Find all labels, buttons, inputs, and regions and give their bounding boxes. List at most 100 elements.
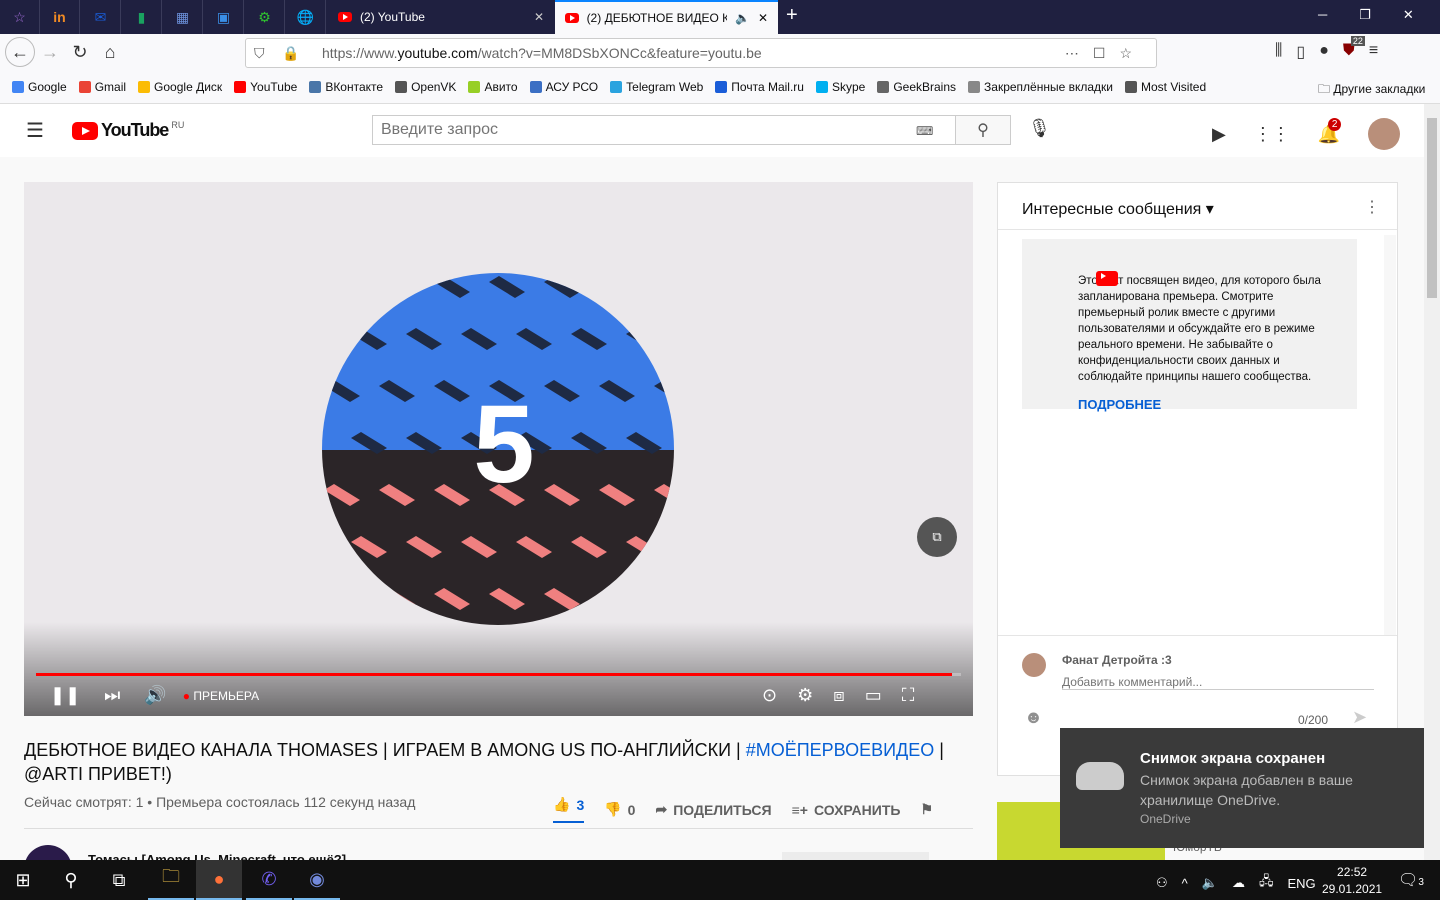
- bookmark-item[interactable]: Telegram Web: [610, 80, 703, 94]
- bookmark-icon: [968, 80, 981, 93]
- new-tab-button[interactable]: +: [786, 4, 798, 27]
- keyboard-icon[interactable]: ⌨: [916, 124, 933, 138]
- miniplayer-icon[interactable]: ⧈: [833, 685, 844, 706]
- fullscreen-icon[interactable]: ⛶: [902, 685, 915, 706]
- people-icon[interactable]: ⚇: [1156, 875, 1168, 891]
- tab-youtube[interactable]: (2) YouTube ✕: [328, 0, 554, 34]
- chat-scrollbar[interactable]: [1384, 235, 1396, 635]
- menu-icon[interactable]: ☰: [26, 118, 44, 143]
- back-button[interactable]: ←: [5, 37, 35, 67]
- home-button[interactable]: ⌂: [95, 37, 125, 67]
- tab-video[interactable]: (2) ДЕБЮТНОЕ ВИДЕО КАНАЛА 🔈 ✕: [555, 0, 778, 34]
- tray-chevron-icon[interactable]: ^: [1182, 876, 1188, 891]
- menu-icon[interactable]: ≡: [1369, 42, 1378, 62]
- pinned-tab-mail[interactable]: ✉: [81, 0, 121, 34]
- close-window-button[interactable]: ✕: [1403, 7, 1414, 23]
- bookmark-item[interactable]: OpenVK: [395, 80, 456, 94]
- speaker-icon[interactable]: 🔈: [735, 11, 750, 25]
- share-button[interactable]: ➦ ПОДЕЛИТЬСЯ: [655, 796, 771, 823]
- bookmark-item[interactable]: Most Visited: [1125, 80, 1206, 94]
- account-icon[interactable]: ●: [1319, 42, 1329, 62]
- reload-button[interactable]: ↻: [65, 37, 95, 67]
- minimize-button[interactable]: ─: [1318, 7, 1327, 23]
- maximize-button[interactable]: ❐: [1359, 7, 1371, 23]
- more-icon[interactable]: ⋮: [1364, 197, 1380, 217]
- pinned-tab-globe[interactable]: 🌐: [286, 0, 326, 34]
- url-domain: youtube.com: [397, 45, 478, 61]
- pinned-tab-star[interactable]: ☆: [0, 0, 40, 34]
- clock[interactable]: 22:52 29.01.2021: [1322, 864, 1382, 898]
- save-button[interactable]: ≡+ СОХРАНИТЬ: [792, 796, 901, 823]
- theater-mode-icon[interactable]: ▭: [865, 685, 882, 706]
- firefox-icon[interactable]: ●: [196, 860, 242, 900]
- sidebar-icon[interactable]: ▯: [1296, 42, 1305, 62]
- settings-icon[interactable]: ⚙: [797, 685, 813, 706]
- bookmark-item[interactable]: Google: [12, 80, 67, 94]
- action-center-icon[interactable]: 🗨3: [1398, 870, 1424, 890]
- shield-icon[interactable]: ⛉: [254, 45, 265, 62]
- onedrive-toast[interactable]: Снимок экрана сохранен Снимок экрана доб…: [1060, 728, 1424, 848]
- onedrive-tray-icon[interactable]: ☁: [1232, 875, 1245, 891]
- send-icon[interactable]: ➤: [1352, 707, 1367, 728]
- miniplayer-overlay-button[interactable]: ⧉: [917, 517, 957, 557]
- report-button[interactable]: ⚑: [920, 796, 933, 823]
- video-player[interactable]: 5 ⧉ ❚❚ ⏭ 🔊 ● ПРЕМЬЕРА ⊙ ⚙ ⧈ ▭ ⛶: [24, 182, 973, 716]
- bookmark-item[interactable]: Skype: [815, 80, 865, 94]
- more-link[interactable]: ПОДРОБНЕЕ: [1078, 397, 1341, 413]
- youtube-logo[interactable]: YouTube RU: [72, 120, 184, 141]
- pinned-tab-asu[interactable]: ▦: [163, 0, 203, 34]
- start-button[interactable]: ⊞: [0, 860, 46, 900]
- bookmark-item[interactable]: Gmail: [78, 80, 126, 94]
- discord-icon[interactable]: ◉: [294, 860, 340, 900]
- chat-mode-dropdown[interactable]: Интересные сообщения ▾: [1022, 199, 1214, 219]
- logo-text: YouTube: [101, 120, 169, 140]
- bookmark-item[interactable]: АСУ РСО: [529, 80, 598, 94]
- pinned-tab-gear[interactable]: ⚙: [245, 0, 285, 34]
- volume-icon[interactable]: 🔈: [1202, 875, 1218, 891]
- bookmark-item[interactable]: Авито: [468, 80, 518, 94]
- search-button[interactable]: ⚲: [955, 115, 1011, 145]
- mic-icon[interactable]: 🎙: [1028, 118, 1051, 139]
- bookmark-item[interactable]: GeekBrains: [877, 80, 956, 94]
- like-button[interactable]: 👍 3: [553, 796, 585, 823]
- bookmark-item[interactable]: Закреплённые вкладки: [968, 80, 1113, 94]
- pinned-tab-1[interactable]: in: [40, 0, 80, 34]
- search-icon[interactable]: ⚲: [48, 860, 94, 900]
- network-icon[interactable]: 🖧: [1259, 872, 1274, 894]
- pause-button[interactable]: ❚❚: [50, 685, 80, 706]
- page-actions[interactable]: ⋯☐☆: [1065, 45, 1146, 62]
- bookmark-item[interactable]: Google Диск: [138, 80, 222, 94]
- library-icon[interactable]: ⫼: [1275, 42, 1282, 62]
- file-explorer-icon[interactable]: 🗀: [148, 860, 194, 900]
- pinned-tab-5[interactable]: ▣: [204, 0, 244, 34]
- volume-button[interactable]: 🔊: [144, 685, 166, 706]
- emoji-icon[interactable]: ☻: [1024, 707, 1043, 728]
- autoplay-toggle[interactable]: ⊙: [762, 685, 777, 706]
- lock-icon[interactable]: 🔒: [282, 45, 299, 62]
- language-indicator[interactable]: ENG: [1287, 876, 1315, 891]
- chat-input[interactable]: [1062, 675, 1374, 690]
- url-bar[interactable]: ⛉ 🔒 https://www. youtube.com/watch?v=MM8D…: [245, 38, 1157, 68]
- task-view-icon[interactable]: ⧉: [96, 860, 142, 900]
- close-icon[interactable]: ✕: [758, 11, 768, 25]
- pinned-tab-sheets[interactable]: ▮: [122, 0, 162, 34]
- avatar[interactable]: [1368, 118, 1401, 150]
- search-input[interactable]: [372, 115, 956, 145]
- ublock-icon[interactable]: ⛊ 22: [1343, 36, 1365, 62]
- apps-icon[interactable]: ⋮⋮: [1254, 124, 1290, 145]
- bell-icon[interactable]: 🔔 2: [1318, 117, 1342, 145]
- forward-button[interactable]: →: [35, 37, 65, 67]
- dislike-button[interactable]: 👎 0: [604, 796, 635, 823]
- progress-bar[interactable]: [36, 673, 961, 676]
- bookmark-item[interactable]: Почта Mail.ru: [715, 80, 804, 94]
- close-icon[interactable]: ✕: [534, 10, 544, 24]
- page-scrollbar[interactable]: [1424, 104, 1440, 860]
- hashtag-link[interactable]: #МОЁПЕРВОЕВИДЕО: [746, 740, 935, 760]
- bookmark-item[interactable]: ВКонтакте: [309, 80, 383, 94]
- divider: [24, 828, 973, 829]
- other-bookmarks[interactable]: 🗀 Другие закладки: [1318, 80, 1425, 101]
- create-video-icon[interactable]: ▶: [1212, 124, 1226, 145]
- viber-icon[interactable]: ✆: [246, 860, 292, 900]
- next-button[interactable]: ⏭: [104, 685, 120, 706]
- bookmark-item[interactable]: YouTube: [234, 80, 297, 94]
